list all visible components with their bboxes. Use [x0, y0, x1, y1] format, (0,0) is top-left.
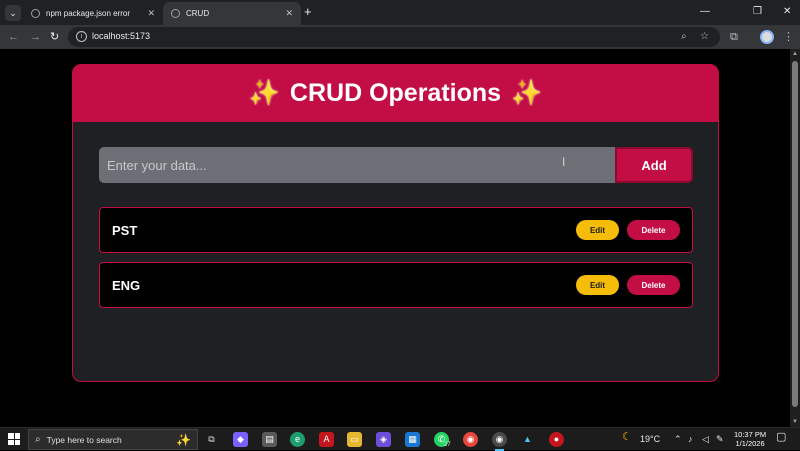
delete-button[interactable]: Delete [627, 220, 680, 240]
taskbar-search-placeholder: Type here to search [46, 434, 122, 445]
recorder-icon[interactable]: ● [549, 432, 564, 447]
microphone-icon[interactable]: ♪ [688, 434, 693, 445]
text-cursor-icon: I [562, 155, 566, 169]
reload-icon[interactable]: ↻ [50, 30, 59, 44]
chrome-icon[interactable]: ◉ [463, 432, 478, 447]
restore-icon[interactable]: ❐ [753, 4, 762, 20]
back-arrow-icon[interactable]: ← [8, 30, 19, 44]
page-scrollbar[interactable]: ▲ ▼ [790, 49, 800, 427]
page-title: CRUD Operations [289, 79, 502, 107]
edge-browser-icon[interactable]: e [290, 432, 305, 447]
close-window-icon[interactable]: ✕ [783, 4, 791, 20]
tab-title: npm package.json error [46, 9, 131, 18]
list-item: PST Edit Delete [99, 207, 693, 253]
card-header: ✨ CRUD Operations ✨ [73, 65, 718, 122]
sparkles-icon: ✨ [511, 79, 543, 107]
item-text: PST [112, 222, 138, 238]
tab-close-icon[interactable]: ✕ [147, 8, 155, 19]
windows-start-icon[interactable] [8, 433, 20, 445]
notifications-icon[interactable]: ▢ [776, 432, 786, 443]
browser-toolbar: ← → ↻ i localhost:5173 ⌕ ☆ ⧉ ⋮ [0, 25, 800, 49]
scroll-thumb[interactable] [792, 61, 798, 407]
clock-date: 1/1/2026 [735, 439, 765, 448]
crud-card: ✨ CRUD Operations ✨ Add I PST Edit Delet… [72, 64, 719, 382]
globe-icon [171, 9, 180, 18]
volume-icon[interactable]: ◁ [702, 434, 709, 445]
edit-button[interactable]: Edit [576, 220, 619, 240]
tab-crud[interactable]: CRUD ✕ [163, 2, 301, 25]
windows-taskbar: ⌕ Type here to search ✨ ⧉ ◆ ▤ e A ▭ ◈ ▦ … [0, 427, 800, 451]
acrobat-icon[interactable]: A [319, 432, 334, 447]
data-input[interactable] [99, 147, 616, 183]
weather-temp[interactable]: 19°C [640, 434, 660, 445]
bookmark-star-icon[interactable]: ☆ [700, 31, 709, 43]
taskbar-search[interactable]: ⌕ Type here to search ✨ [28, 429, 198, 450]
page-viewport: ✨ CRUD Operations ✨ Add I PST Edit Delet… [0, 49, 790, 427]
address-bar[interactable]: i localhost:5173 ⌕ ☆ [68, 27, 720, 47]
extensions-puzzle-icon[interactable]: ⧉ [730, 30, 738, 44]
site-info-icon[interactable]: i [76, 31, 87, 42]
task-view-icon[interactable]: ⧉ [204, 432, 219, 447]
tab-close-icon[interactable]: ✕ [285, 8, 293, 19]
store-app-icon[interactable]: ▦ [405, 432, 420, 447]
more-menu-icon[interactable]: ⋮ [783, 30, 794, 44]
tab-search-chevron-icon[interactable]: ⌄ [5, 5, 21, 21]
tray-chevron-up-icon[interactable]: ⌃ [674, 434, 682, 445]
chrome-profile-icon[interactable]: ◉ [492, 432, 507, 451]
taskbar-clock[interactable]: 10:37 PM 1/1/2026 [734, 430, 766, 448]
pen-icon[interactable]: ✎ [716, 434, 724, 445]
whatsapp-badge: 27 [444, 442, 451, 448]
zoom-search-icon[interactable]: ⌕ [681, 31, 687, 43]
file-app-icon[interactable]: ▤ [262, 432, 277, 447]
globe-icon [31, 9, 40, 18]
search-icon: ⌕ [35, 434, 41, 445]
item-text: ENG [112, 277, 141, 293]
scroll-up-arrow-icon[interactable]: ▲ [792, 51, 798, 57]
browser-tab-strip: ⌄ npm package.json error ✕ CRUD ✕ + — ❐ … [0, 0, 800, 25]
new-tab-plus-icon[interactable]: + [304, 4, 312, 20]
scroll-down-arrow-icon[interactable]: ▼ [792, 419, 798, 425]
tab-title: CRUD [186, 9, 210, 18]
file-explorer-icon[interactable]: ▭ [347, 432, 362, 447]
edit-button[interactable]: Edit [576, 275, 619, 295]
profile-avatar[interactable] [760, 30, 774, 44]
address-url[interactable]: localhost:5173 [92, 31, 150, 41]
weather-moon-icon[interactable]: ☾ [622, 432, 632, 443]
minimize-icon[interactable]: — [700, 4, 710, 20]
forward-arrow-icon[interactable]: → [30, 30, 41, 44]
list-item: ENG Edit Delete [99, 262, 693, 308]
add-button[interactable]: Add [615, 147, 693, 183]
entry-form: Add [99, 147, 693, 183]
sparkles-icon: ✨ [248, 79, 280, 107]
media-app-icon[interactable]: ◈ [376, 432, 391, 447]
sparkles-icon: ✨ [176, 432, 191, 447]
copilot-icon[interactable]: ◆ [233, 432, 248, 447]
delete-button[interactable]: Delete [627, 275, 680, 295]
tab-npm-error[interactable]: npm package.json error ✕ [23, 2, 163, 25]
arc-app-icon[interactable]: ▲ [520, 432, 535, 447]
clock-time: 10:37 PM [734, 430, 767, 439]
